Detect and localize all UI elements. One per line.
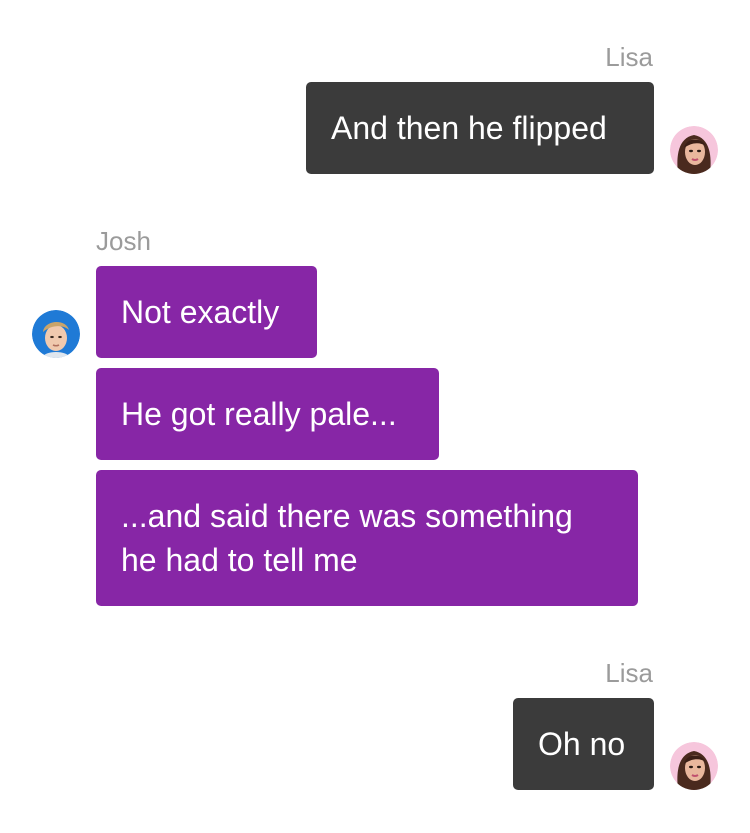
message-text: ...and said there was something he had t… — [121, 498, 573, 578]
message-text: Oh no — [538, 726, 626, 762]
lisa-avatar-icon[interactable] — [670, 742, 718, 790]
sender-name-lisa: Lisa — [605, 658, 653, 688]
message-bubble-outgoing[interactable]: And then he flipped — [306, 82, 654, 174]
message-bubble-incoming[interactable]: He got really pale... — [96, 368, 439, 460]
chat-thread: Lisa And then he flipped Josh Not exactl… — [0, 0, 750, 833]
josh-avatar-icon[interactable] — [32, 310, 80, 358]
message-text: And then he flipped — [331, 110, 607, 146]
sender-name-josh: Josh — [96, 226, 151, 256]
lisa-avatar-icon[interactable] — [670, 126, 718, 174]
message-bubble-incoming[interactable]: ...and said there was something he had t… — [96, 470, 638, 606]
message-text: He got really pale... — [121, 396, 397, 432]
message-text: Not exactly — [121, 294, 280, 330]
message-bubble-incoming[interactable]: Not exactly — [96, 266, 317, 358]
sender-name-lisa: Lisa — [605, 42, 653, 72]
message-bubble-outgoing[interactable]: Oh no — [513, 698, 654, 790]
